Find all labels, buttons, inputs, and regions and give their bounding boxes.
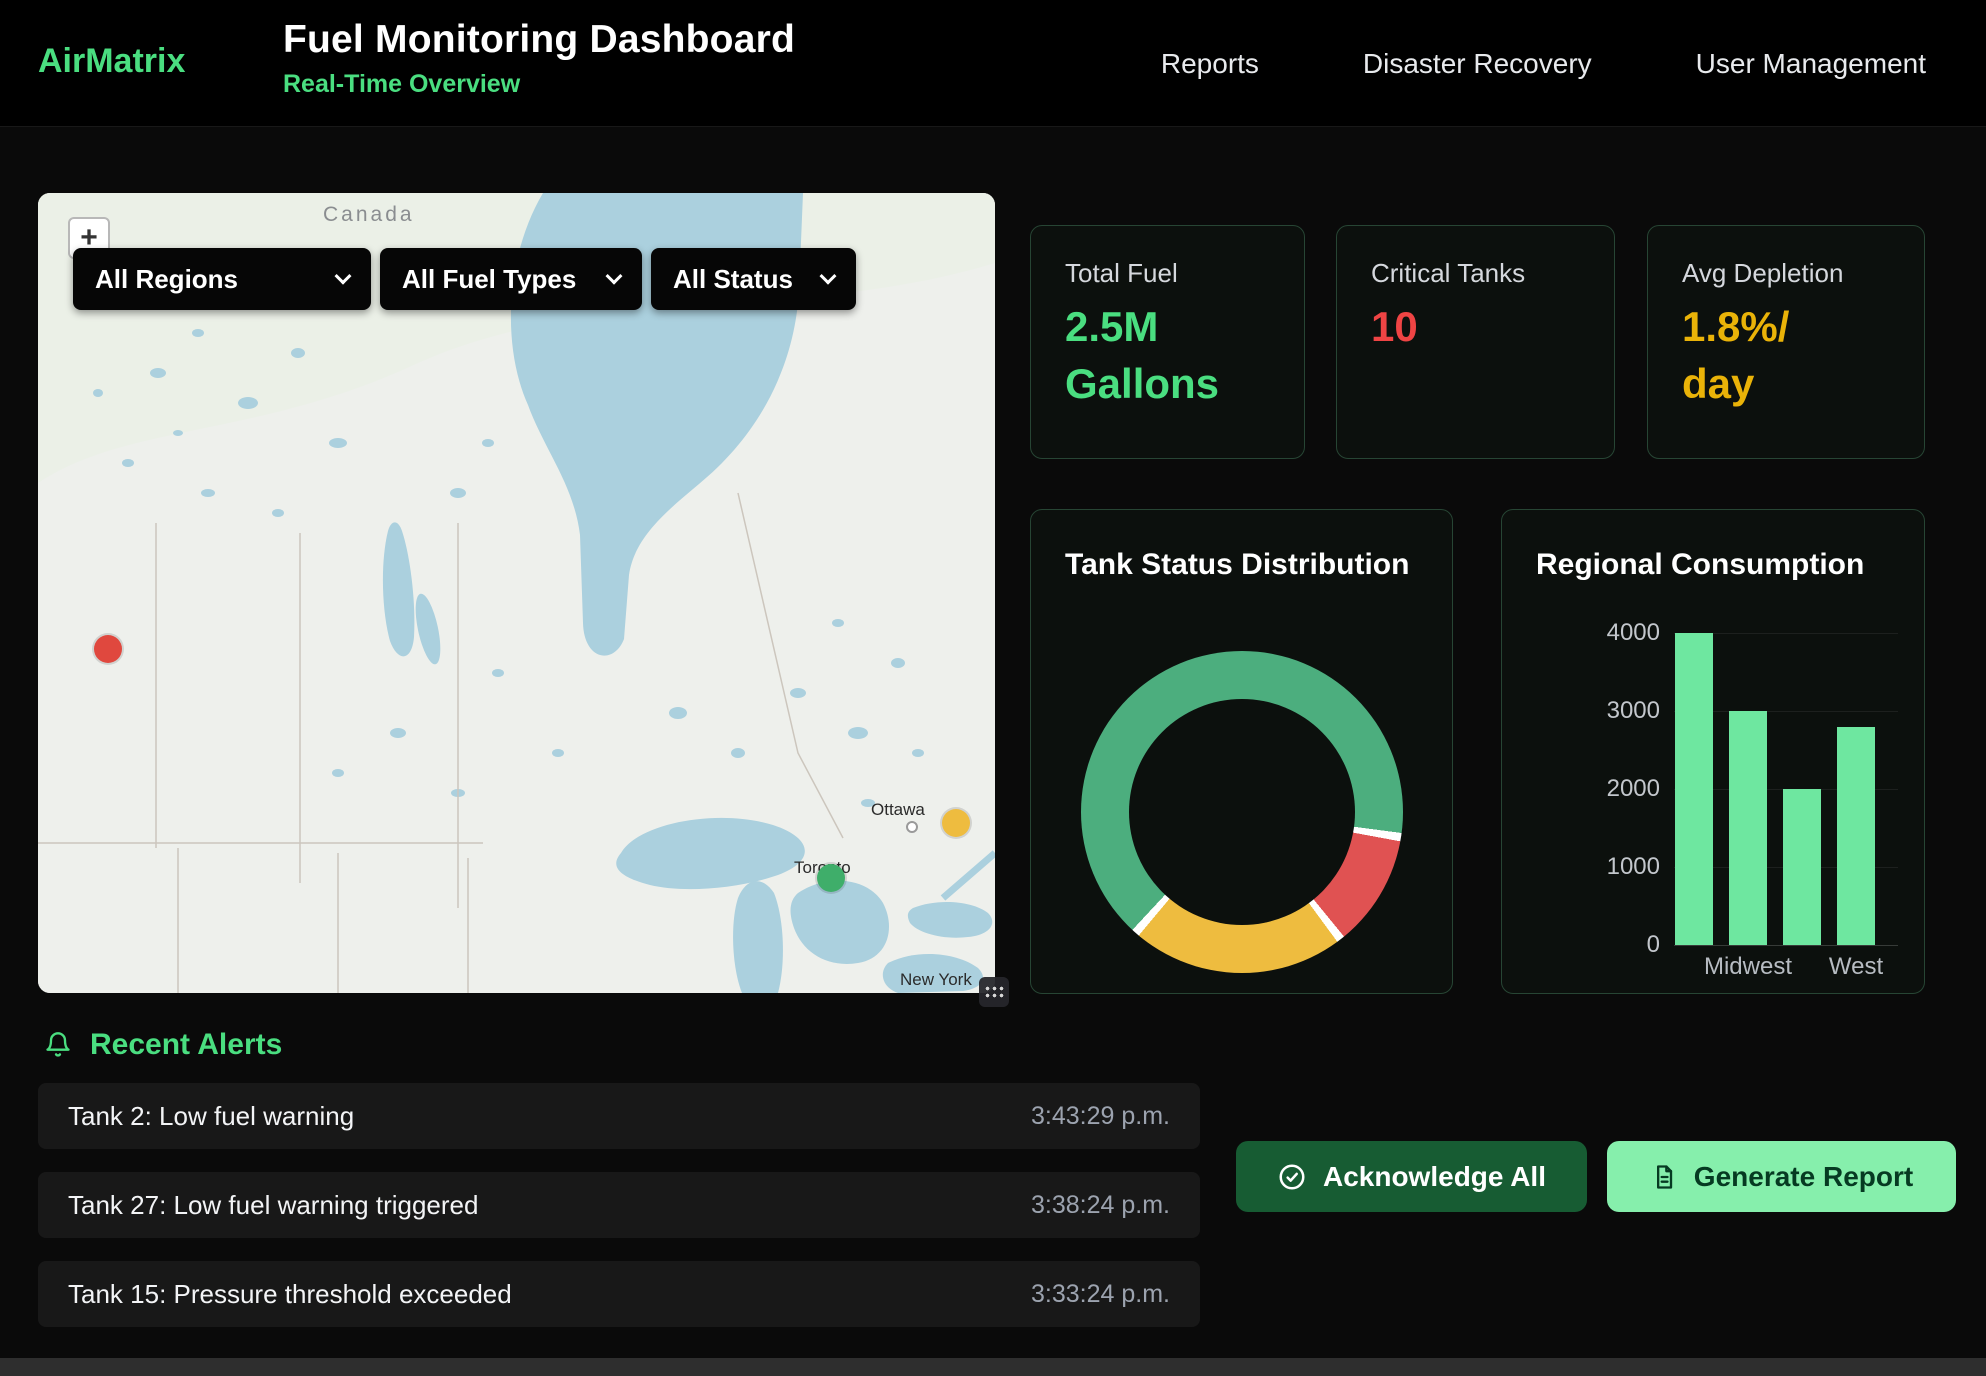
- recent-alerts-title: Recent Alerts: [90, 1028, 282, 1062]
- y-axis-tick-label: 2000: [1580, 777, 1660, 801]
- bar-region-0: [1675, 633, 1713, 945]
- nav-item-disaster-recovery[interactable]: Disaster Recovery: [1363, 48, 1592, 80]
- tank-status-chart-card: Tank Status Distribution: [1030, 509, 1453, 994]
- generate-report-button[interactable]: Generate Report: [1607, 1141, 1956, 1212]
- alert-message: Tank 15: Pressure threshold exceeded: [68, 1279, 512, 1310]
- main-nav: Reports Disaster Recovery User Managemen…: [1161, 0, 1926, 127]
- y-axis-tick-label: 4000: [1580, 621, 1660, 645]
- bottom-edge-strip: [0, 1358, 1986, 1376]
- recent-alerts-heading: Recent Alerts: [44, 1028, 282, 1062]
- alert-timestamp: 3:43:29 p.m.: [1031, 1102, 1170, 1131]
- bell-icon: [44, 1031, 72, 1059]
- map-marker-normal[interactable]: [817, 864, 845, 892]
- stat-card-total-fuel: Total Fuel 2.5M Gallons: [1030, 225, 1305, 459]
- acknowledge-all-label: Acknowledge All: [1323, 1161, 1546, 1193]
- tank-status-donut-chart: [1081, 651, 1403, 973]
- alert-list-item: Tank 27: Low fuel warning triggered 3:38…: [38, 1172, 1200, 1238]
- stat-value: 1.8%/ day: [1682, 299, 1890, 412]
- y-axis-tick-label: 3000: [1580, 699, 1660, 723]
- document-icon: [1650, 1163, 1678, 1191]
- donut-hole: [1129, 699, 1355, 925]
- fuel-monitoring-dashboard: AirMatrix Fuel Monitoring Dashboard Real…: [0, 0, 1986, 1376]
- stat-value: 10: [1371, 299, 1580, 356]
- alert-list-item: Tank 2: Low fuel warning 3:43:29 p.m.: [38, 1083, 1200, 1149]
- bar-region-3: [1837, 727, 1875, 945]
- acknowledge-all-button[interactable]: Acknowledge All: [1236, 1141, 1587, 1212]
- stat-label: Total Fuel: [1065, 258, 1270, 289]
- brand-logo: AirMatrix: [38, 42, 185, 81]
- stat-label: Avg Depletion: [1682, 258, 1890, 289]
- app-header: AirMatrix Fuel Monitoring Dashboard Real…: [0, 0, 1986, 127]
- regional-consumption-chart-card: Regional Consumption 40003000200010000Mi…: [1501, 509, 1925, 994]
- check-circle-icon: [1277, 1162, 1307, 1192]
- alert-message: Tank 2: Low fuel warning: [68, 1101, 354, 1132]
- x-axis-tick-label: Midwest: [1704, 953, 1792, 981]
- regional-consumption-bar-chart: 4000 3000 2000 1000 0 Midwest West: [1502, 510, 1924, 993]
- map-markers: [38, 193, 995, 993]
- map-marker-critical[interactable]: [94, 635, 122, 663]
- x-axis-tick-label: West: [1829, 953, 1883, 981]
- bar-region-1: [1729, 711, 1767, 945]
- y-axis-tick-label: 0: [1580, 933, 1660, 957]
- page-title: Fuel Monitoring Dashboard: [283, 18, 795, 62]
- alert-message: Tank 27: Low fuel warning triggered: [68, 1190, 478, 1221]
- stat-card-critical-tanks: Critical Tanks 10: [1336, 225, 1615, 459]
- y-gridline: [1674, 945, 1898, 946]
- nav-item-reports[interactable]: Reports: [1161, 48, 1259, 80]
- alert-timestamp: 3:33:24 p.m.: [1031, 1280, 1170, 1309]
- alert-list-item: Tank 15: Pressure threshold exceeded 3:3…: [38, 1261, 1200, 1327]
- tank-map[interactable]: Canada Ottawa Toronto New York + All Reg…: [38, 193, 995, 993]
- bar-region-2: [1783, 789, 1821, 945]
- nav-item-user-management[interactable]: User Management: [1696, 48, 1926, 80]
- stat-label: Critical Tanks: [1371, 258, 1580, 289]
- chart-title: Tank Status Distribution: [1065, 548, 1409, 582]
- map-resize-handle[interactable]: [979, 977, 1009, 1007]
- y-axis-tick-label: 1000: [1580, 855, 1660, 879]
- alert-timestamp: 3:38:24 p.m.: [1031, 1191, 1170, 1220]
- page-title-block: Fuel Monitoring Dashboard Real-Time Over…: [283, 18, 795, 99]
- page-subtitle: Real-Time Overview: [283, 70, 795, 99]
- generate-report-label: Generate Report: [1694, 1161, 1913, 1193]
- stat-card-avg-depletion: Avg Depletion 1.8%/ day: [1647, 225, 1925, 459]
- map-marker-warning[interactable]: [942, 809, 970, 837]
- grip-dots-icon: [984, 985, 1005, 999]
- stat-value: 2.5M Gallons: [1065, 299, 1270, 412]
